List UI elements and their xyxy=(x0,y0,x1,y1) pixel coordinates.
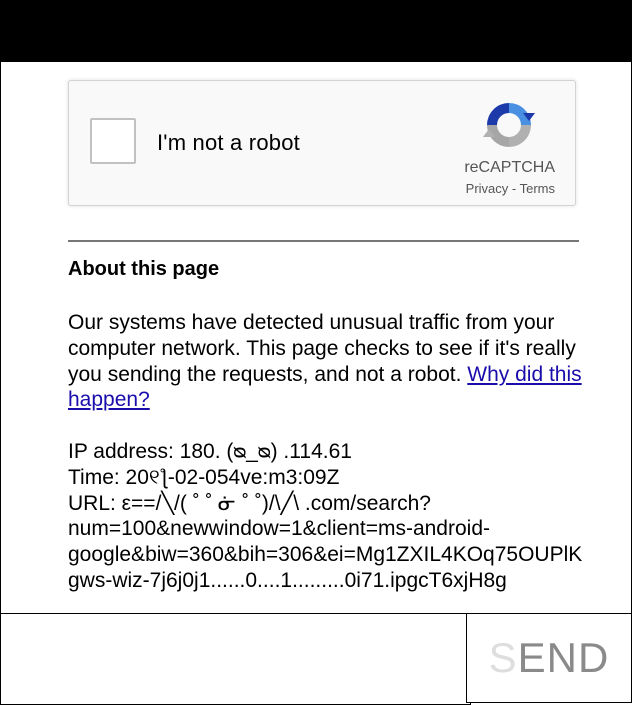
url-line-3: google&biw=360&bih=306&ei=Mg1ZXIL4KOq75O… xyxy=(68,543,583,567)
recaptcha-widget: I'm not a robot reCAPTCHA Privacy - Term… xyxy=(68,80,576,206)
send-label-rest: END xyxy=(517,634,610,681)
url-line-1: URL: ε==/╲/( ˚ ˚ ᓃ ˚ ˚)/\╱\ .com/search? xyxy=(68,491,431,515)
terms-link[interactable]: Terms xyxy=(520,181,555,196)
recaptcha-links: Privacy - Terms xyxy=(466,181,555,196)
recaptcha-brand: reCAPTCHA xyxy=(464,159,555,176)
url-line-4: gws-wiz-7j6j0j1......0....1.........0i71… xyxy=(68,568,507,592)
not-a-robot-checkbox[interactable] xyxy=(90,118,136,164)
links-separator: - xyxy=(508,181,520,196)
message-input[interactable] xyxy=(0,614,471,705)
divider xyxy=(68,240,579,242)
request-details: IP address: 180. (ᴓ_ᴓ) .114.61 Time: 20୧… xyxy=(68,439,613,594)
about-heading: About this page xyxy=(68,258,220,280)
time-line: Time: 20୧ƪ-02-054ve:m3:09Z xyxy=(68,465,340,489)
checkbox-label: I'm not a robot xyxy=(157,130,300,155)
send-label-first: S xyxy=(488,634,518,681)
privacy-link[interactable]: Privacy xyxy=(466,181,509,196)
captcha-page: I'm not a robot reCAPTCHA Privacy - Term… xyxy=(0,62,632,614)
about-paragraph: Our systems have detected unusual traffi… xyxy=(68,310,598,413)
ip-address-line: IP address: 180. (ᴓ_ᴓ) .114.61 xyxy=(68,440,352,463)
send-button[interactable]: S END xyxy=(466,614,632,703)
url-line-2: num=100&newwindow=1&client=ms-android- xyxy=(68,517,490,541)
recaptcha-logo-icon xyxy=(483,103,535,147)
top-black-bar xyxy=(0,0,632,62)
